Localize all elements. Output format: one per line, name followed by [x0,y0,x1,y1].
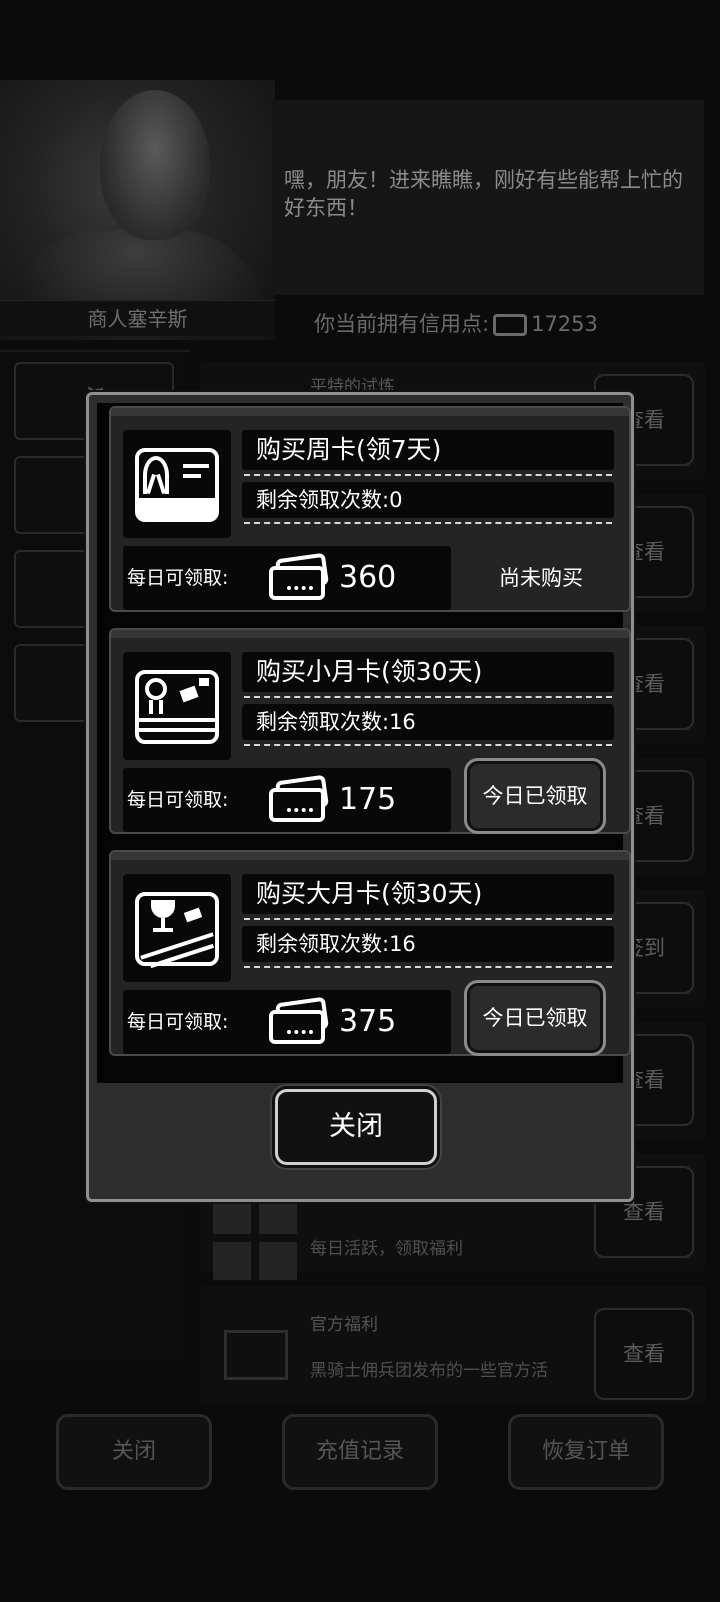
recharge-history-button[interactable]: 充值记录 [282,1414,438,1490]
daily-reward: 每日可领取: 175 [123,768,451,832]
daily-value: 375 [339,1004,397,1039]
view-button[interactable]: 查看 [594,1308,694,1400]
footer-close-button[interactable]: 关闭 [56,1414,212,1490]
claimed-today-button[interactable]: 今日已领取 [464,980,606,1056]
credits-label: 你当前拥有信用点: [314,312,490,336]
daily-label: 每日可领取: [127,789,229,811]
gift-box-icon [213,1204,297,1280]
credits-display: 你当前拥有信用点: 17253 [314,308,598,338]
not-purchased-status[interactable]: 尚未购买 [466,546,616,610]
list-item-desc: 每日活跃，领取福利 [310,1239,463,1259]
divider [244,474,612,476]
merchant-name: 商人塞辛斯 [0,300,275,336]
merchant-face-image [100,90,210,240]
large-monthly-card-panel: 购买大月卡(领30天) 剩余领取次数:16 每日可领取: 375 今日已领取 [109,850,631,1056]
merchant-greeting: 嘿，朋友！进来瞧瞧，刚好有些能帮上忙的好东西！ [284,168,683,220]
divider [244,522,612,524]
gift-package-icon [224,1330,288,1380]
modal-close-button[interactable]: 关闭 [275,1089,437,1165]
credits-value: 17253 [531,312,598,336]
list-item-desc: 黑骑士佣兵团发布的一些官方活 [310,1361,548,1381]
medal-card-icon [123,652,231,760]
restore-order-button[interactable]: 恢复订单 [508,1414,664,1490]
daily-reward: 每日可领取: 360 [123,546,451,610]
divider [244,696,612,698]
credit-card-icon [269,774,333,822]
credit-card-icon [493,314,528,336]
daily-value: 360 [339,560,397,595]
claimed-today-button[interactable]: 今日已领取 [464,758,606,834]
daily-label: 每日可领取: [127,1011,229,1033]
daily-reward: 每日可领取: 375 [123,990,451,1054]
modal-content: 购买周卡(领7天) 剩余领取次数:0 每日可领取: 360 尚未购买 购买小月卡… [97,403,631,1083]
divider [244,918,612,920]
credit-card-icon [269,552,333,600]
card-title: 购买小月卡(领30天) [242,652,614,692]
remaining-claims: 剩余领取次数:16 [242,704,614,740]
list-item-title: 官方福利 [310,1315,378,1335]
divider [244,966,612,968]
card-title: 购买大月卡(领30天) [242,874,614,914]
ribbon-card-icon [123,430,231,538]
weekly-card-panel: 购买周卡(领7天) 剩余领取次数:0 每日可领取: 360 尚未购买 [109,406,631,612]
trophy-card-icon [123,874,231,982]
card-purchase-modal: 购买周卡(领7天) 剩余领取次数:0 每日可领取: 360 尚未购买 购买小月卡… [86,392,634,1202]
credit-card-icon [269,996,333,1044]
daily-value: 175 [339,782,397,817]
daily-label: 每日可领取: [127,567,229,589]
small-monthly-card-panel: 购买小月卡(领30天) 剩余领取次数:16 每日可领取: 175 今日已领取 [109,628,631,834]
remaining-claims: 剩余领取次数:0 [242,482,614,518]
card-title: 购买周卡(领7天) [242,430,614,470]
divider [244,744,612,746]
remaining-claims: 剩余领取次数:16 [242,926,614,962]
